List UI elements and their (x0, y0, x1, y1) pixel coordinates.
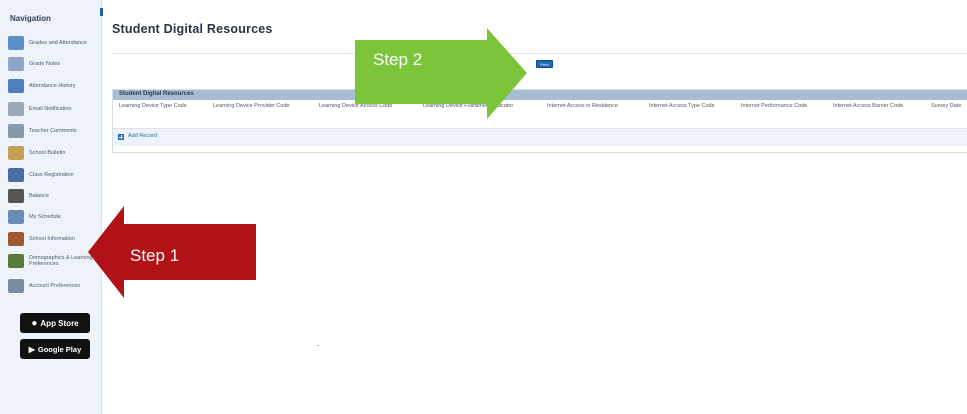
sidebar-item-label: Email Notification (29, 106, 72, 112)
sidebar-item-label: Grades and Attendance (29, 40, 87, 46)
grades-icon (8, 36, 24, 50)
step1-label: Step 1 (130, 246, 180, 265)
print-button[interactable]: Print (536, 60, 553, 68)
sidebar-item[interactable]: Class Registration (8, 166, 98, 184)
column-header[interactable]: Internet Access in Residence (547, 103, 639, 109)
column-header[interactable]: Internet Performance Code (741, 103, 829, 109)
sidebar-item[interactable]: Grades and Attendance (8, 34, 98, 52)
toolbar-divider (112, 53, 967, 54)
sidebar-collapse-handle[interactable] (100, 8, 103, 16)
add-record-link[interactable]: Add Record (128, 133, 157, 139)
sidebar-item[interactable]: Demographics & Learning Preferences (8, 252, 98, 270)
sidebar-item[interactable]: School Bulletin (8, 144, 98, 162)
column-header[interactable]: Internet Access Barrier Code (833, 103, 927, 109)
sidebar-item[interactable]: Teacher Comments (8, 122, 98, 140)
registration-icon (8, 168, 24, 182)
sidebar-item-label: Account Preferences (29, 283, 81, 289)
sidebar-item[interactable]: My Schedule (8, 208, 98, 226)
sidebar-item-label: Teacher Comments (29, 128, 77, 134)
app-store-badge[interactable]: ● App Store (20, 313, 90, 333)
apple-icon: ● (31, 317, 38, 329)
schedule-icon (8, 210, 24, 224)
sidebar-item-label: Class Registration (29, 172, 74, 178)
sidebar-item-label: My Schedule (29, 214, 61, 220)
resources-panel: Student Digital Resources Learning Devic… (112, 89, 967, 153)
sidebar-item[interactable]: Email Notification (8, 100, 98, 118)
stray-mark (317, 345, 319, 346)
panel-title: Student Digital Resources (119, 91, 194, 97)
bulletin-icon (8, 146, 24, 160)
play-icon: ▶ (28, 344, 35, 354)
sidebar-item-label: Attendance History (29, 83, 76, 89)
account-icon (8, 279, 24, 293)
page-title: Student Digital Resources (112, 22, 273, 36)
balance-icon (8, 189, 24, 203)
sidebar-item[interactable]: School Information (8, 230, 98, 248)
sidebar-item-label: School Information (29, 236, 75, 242)
sidebar-item[interactable]: Grade Notes (8, 55, 98, 73)
column-header[interactable]: Internet Access Type Code (649, 103, 737, 109)
panel-header: Student Digital Resources (113, 90, 967, 100)
google-play-label: Google Play (37, 344, 82, 354)
step1-callout: Step 1 (86, 204, 258, 300)
google-play-badge[interactable]: ▶ Google Play (20, 339, 90, 359)
add-icon[interactable] (118, 134, 124, 140)
sidebar-item-label: Grade Notes (29, 61, 61, 67)
column-header[interactable]: Learning Device Provider Code (213, 103, 309, 109)
demographics-icon (8, 254, 24, 268)
column-header[interactable]: Learning Device Type Code (119, 103, 207, 109)
sidebar-item-label: Balance (29, 193, 49, 199)
navigation-title: Navigation (10, 14, 51, 23)
sidebar-item-label: School Bulletin (29, 150, 66, 156)
email-icon (8, 102, 24, 116)
column-header[interactable]: Survey Date (931, 103, 967, 109)
attendance-icon (8, 79, 24, 93)
sidebar-item[interactable]: Account Preferences (8, 277, 98, 295)
app-store-label: App Store (40, 318, 79, 328)
comments-icon (8, 124, 24, 138)
sidebar-item[interactable]: Balance (8, 187, 98, 205)
step2-label: Step 2 (373, 50, 423, 69)
step2-arrow (355, 28, 527, 119)
notes-icon (8, 57, 24, 71)
sidebar-item[interactable]: Attendance History (8, 77, 98, 95)
school-icon (8, 232, 24, 246)
add-record-row[interactable]: Add Record (113, 128, 967, 146)
step2-callout: Step 2 (349, 28, 531, 119)
